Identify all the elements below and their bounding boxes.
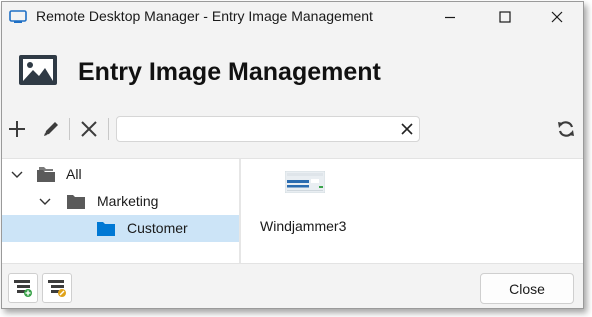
title-bar[interactable]: Remote Desktop Manager - Entry Image Man… [2, 2, 583, 32]
maximize-icon [499, 11, 511, 23]
page-header: Entry Image Management [2, 44, 583, 100]
tree-item-label: All [66, 166, 82, 182]
remote-desktop-icon [9, 10, 27, 23]
panel-splitter[interactable] [239, 159, 241, 263]
tree-item-all[interactable]: All [2, 161, 239, 188]
close-button[interactable]: Close [480, 273, 574, 304]
window-title: Remote Desktop Manager - Entry Image Man… [36, 8, 373, 24]
folder-tree: All Marketing Customer [2, 159, 239, 263]
maximize-button[interactable] [483, 2, 527, 32]
pencil-icon [44, 122, 58, 136]
delete-image-button[interactable] [76, 116, 102, 142]
folder-icon [97, 222, 115, 236]
image-grid: Windjammer3 [242, 159, 582, 263]
add-group-icon [14, 280, 32, 297]
search-input[interactable] [123, 120, 393, 138]
delete-x-icon [81, 121, 97, 137]
chevron-down-icon[interactable] [11, 170, 23, 180]
minimize-button[interactable] [428, 2, 472, 32]
add-image-button[interactable] [4, 116, 30, 142]
refresh-button[interactable] [553, 116, 579, 142]
edit-group-button[interactable] [42, 273, 72, 303]
image-thumbnail [285, 171, 325, 193]
refresh-icon [558, 121, 574, 137]
toolbar-separator [108, 118, 109, 140]
plus-icon [9, 121, 25, 137]
folder-icon [67, 195, 85, 209]
tree-item-label: Marketing [97, 193, 159, 209]
image-icon [19, 55, 57, 85]
tree-item-label: Customer [127, 220, 188, 236]
toolbar [2, 112, 583, 146]
tree-item-marketing[interactable]: Marketing [2, 188, 239, 215]
add-group-button[interactable] [8, 273, 38, 303]
close-icon [551, 11, 563, 23]
search-box[interactable] [116, 116, 420, 142]
clear-search-icon[interactable] [401, 123, 413, 135]
folder-stack-icon [37, 167, 55, 182]
edit-group-icon [48, 280, 66, 297]
window-close-button[interactable] [535, 2, 579, 32]
content-area: All Marketing Customer Windjammer3 [2, 158, 583, 264]
toolbar-separator [69, 118, 70, 140]
edit-image-button[interactable] [38, 116, 64, 142]
page-title: Entry Image Management [78, 58, 381, 86]
entry-image-management-window: Remote Desktop Manager - Entry Image Man… [1, 1, 584, 309]
minimize-icon [445, 16, 455, 19]
image-label: Windjammer3 [260, 218, 347, 234]
chevron-down-icon[interactable] [39, 197, 51, 207]
tree-item-customer[interactable]: Customer [2, 215, 239, 242]
footer: Close [2, 265, 583, 310]
